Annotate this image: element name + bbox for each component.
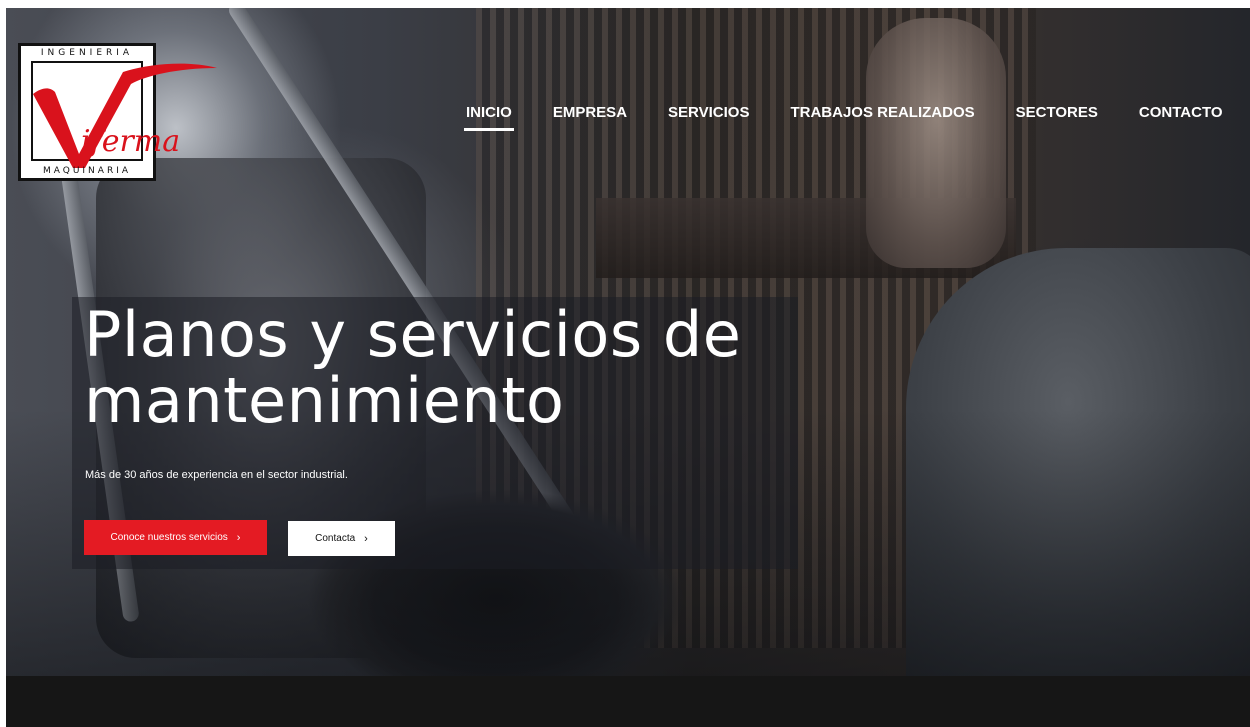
contact-button[interactable]: Contacta › xyxy=(288,521,395,556)
nav-item-servicios[interactable]: SERVICIOS xyxy=(668,100,749,131)
hero-title-line-1: Planos y servicios de xyxy=(84,298,742,371)
dark-section-band xyxy=(6,676,1250,727)
nav-item-inicio[interactable]: INICIO xyxy=(464,100,514,131)
hero-title-line-2: mantenimiento xyxy=(84,364,565,437)
nav-item-contacto[interactable]: CONTACTO xyxy=(1139,100,1223,131)
site-logo[interactable]: INGENIERIA iferma MAQUINARIA xyxy=(18,43,217,181)
page: INGENIERIA iferma MAQUINARIA INICIO EMPR… xyxy=(0,0,1250,727)
services-button[interactable]: Conoce nuestros servicios › xyxy=(84,520,267,555)
services-button-label: Conoce nuestros servicios xyxy=(110,532,228,543)
nav-item-sectores[interactable]: SECTORES xyxy=(1016,100,1098,131)
nav-item-trabajos-realizados[interactable]: TRABAJOS REALIZADOS xyxy=(790,100,974,131)
main-navigation: INICIO EMPRESA SERVICIOS TRABAJOS REALIZ… xyxy=(446,100,1223,140)
logo-wordmark: iferma xyxy=(81,124,181,159)
nav-item-empresa[interactable]: EMPRESA xyxy=(553,100,627,131)
logo-v-mark-icon xyxy=(33,63,217,168)
hero-subtitle: Más de 30 años de experiencia en el sect… xyxy=(85,469,348,481)
hero-title: Planos y servicios de mantenimiento xyxy=(84,302,824,434)
logo-top-text: INGENIERIA xyxy=(40,48,134,58)
logo-bottom-text: MAQUINARIA xyxy=(42,166,132,176)
contact-button-label: Contacta xyxy=(315,533,356,544)
chevron-right-icon: › xyxy=(364,532,368,545)
chevron-right-icon: › xyxy=(236,531,241,544)
